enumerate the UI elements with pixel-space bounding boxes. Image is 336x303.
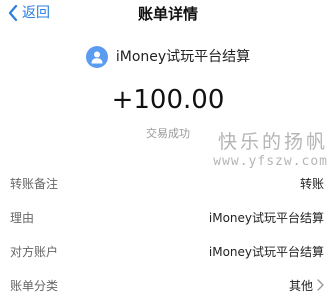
merchant-header: iMoney试玩平台结算: [0, 46, 336, 68]
detail-value: 其他: [288, 278, 313, 293]
merchant-name: iMoney试玩平台结算: [115, 49, 251, 65]
nav-bar: 返回 账单详情: [0, 0, 336, 30]
detail-row-counterparty: 对方账户 iMoney试玩平台结算: [0, 234, 336, 268]
detail-row-category[interactable]: 账单分类 其他: [0, 268, 336, 302]
watermark-text: 快乐的扬帆: [217, 131, 328, 153]
category-selector[interactable]: 其他: [289, 277, 324, 294]
detail-value: 转账: [299, 176, 324, 191]
detail-label: 账单分类: [10, 278, 59, 293]
watermark: 快乐的扬帆 www.yfszw.com: [188, 130, 328, 170]
detail-value: iMoney试玩平台结算: [208, 244, 324, 259]
page-title: 账单详情: [137, 5, 198, 23]
transaction-amount: +100.00: [111, 85, 225, 115]
user-icon: [91, 51, 103, 64]
detail-row-reason: 理由 iMoney试玩平台结算: [0, 200, 336, 234]
detail-label: 理由: [10, 210, 35, 225]
chevron-right-icon: [317, 279, 324, 291]
detail-list: 转账备注 转账 理由 iMoney试玩平台结算 对方账户 iMoney试玩平台结…: [0, 166, 336, 302]
detail-label: 对方账户: [10, 244, 59, 259]
avatar: [85, 46, 108, 68]
detail-value: iMoney试玩平台结算: [208, 210, 324, 225]
detail-label: 转账备注: [10, 176, 59, 191]
detail-row-remark: 转账备注 转账: [0, 166, 336, 200]
